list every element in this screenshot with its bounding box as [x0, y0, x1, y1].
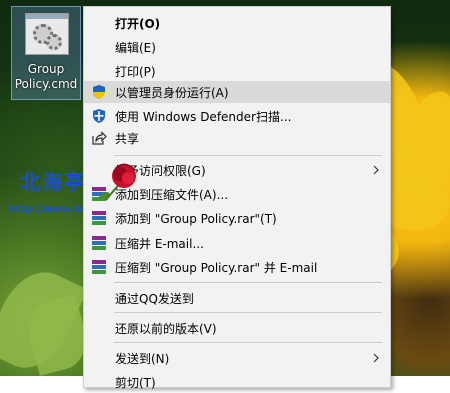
- menu-item-restore-previous[interactable]: 还原以前的版本(V): [84, 317, 390, 339]
- menu-item-label: 剪切(T): [115, 375, 156, 390]
- menu-item-label: 压缩并 E-mail...: [115, 236, 204, 251]
- defender-shield-icon: [90, 107, 108, 125]
- menu-item-send-via-qq[interactable]: 通过QQ发送到: [84, 287, 390, 309]
- menu-item-compress-email[interactable]: 压缩并 E-mail...: [84, 232, 390, 254]
- menu-separator: [114, 342, 382, 343]
- winrar-icon: [90, 234, 108, 252]
- winrar-icon: [90, 258, 108, 276]
- chevron-right-icon: [373, 353, 379, 363]
- menu-separator: [114, 155, 382, 156]
- menu-item-defender-scan[interactable]: 使用 Windows Defender扫描...: [84, 105, 390, 127]
- file-name-label: Group Policy.cmd: [14, 62, 78, 91]
- rose-watermark-icon: [98, 163, 136, 201]
- menu-item-label: 通过QQ发送到: [115, 291, 194, 306]
- menu-item-share[interactable]: 共享: [84, 127, 390, 149]
- menu-item-cut[interactable]: 剪切(T): [84, 371, 390, 393]
- menu-item-open[interactable]: 打开(O): [84, 12, 390, 34]
- winrar-icon: [90, 209, 108, 227]
- menu-item-run-as-admin[interactable]: 以管理员身份运行(A): [84, 81, 390, 103]
- menu-item-label: 编辑(E): [115, 40, 156, 55]
- menu-item-label: 发送到(N): [115, 351, 170, 366]
- menu-item-label: 压缩到 "Group Policy.rar" 并 E-mail: [115, 260, 318, 275]
- menu-item-label: 使用 Windows Defender扫描...: [115, 109, 292, 124]
- shield-uac-icon: [90, 83, 108, 101]
- chevron-right-icon: [373, 165, 379, 175]
- menu-item-send-to[interactable]: 发送到(N): [84, 347, 390, 369]
- menu-item-label: 打印(P): [115, 64, 156, 79]
- cmd-file-icon: [25, 13, 69, 55]
- menu-item-label: 共享: [115, 131, 140, 146]
- watermark-text: 北海亭: [20, 170, 86, 194]
- gear-icon: [46, 34, 62, 50]
- menu-item-compress-rar-email[interactable]: 压缩到 "Group Policy.rar" 并 E-mail: [84, 256, 390, 278]
- group-policy-file-icon[interactable]: Group Policy.cmd: [11, 6, 81, 100]
- menu-item-label: 添加到 "Group Policy.rar"(T): [115, 211, 277, 226]
- menu-separator: [114, 312, 382, 313]
- menu-item-label: 还原以前的版本(V): [115, 321, 217, 336]
- menu-item-label: 以管理员身份运行(A): [115, 85, 229, 100]
- menu-item-print[interactable]: 打印(P): [84, 60, 390, 82]
- menu-item-add-to-rar[interactable]: 添加到 "Group Policy.rar"(T): [84, 207, 390, 229]
- share-icon: [90, 129, 108, 147]
- menu-separator: [114, 282, 382, 283]
- menu-item-label: 打开(O): [115, 16, 161, 31]
- menu-item-edit[interactable]: 编辑(E): [84, 36, 390, 58]
